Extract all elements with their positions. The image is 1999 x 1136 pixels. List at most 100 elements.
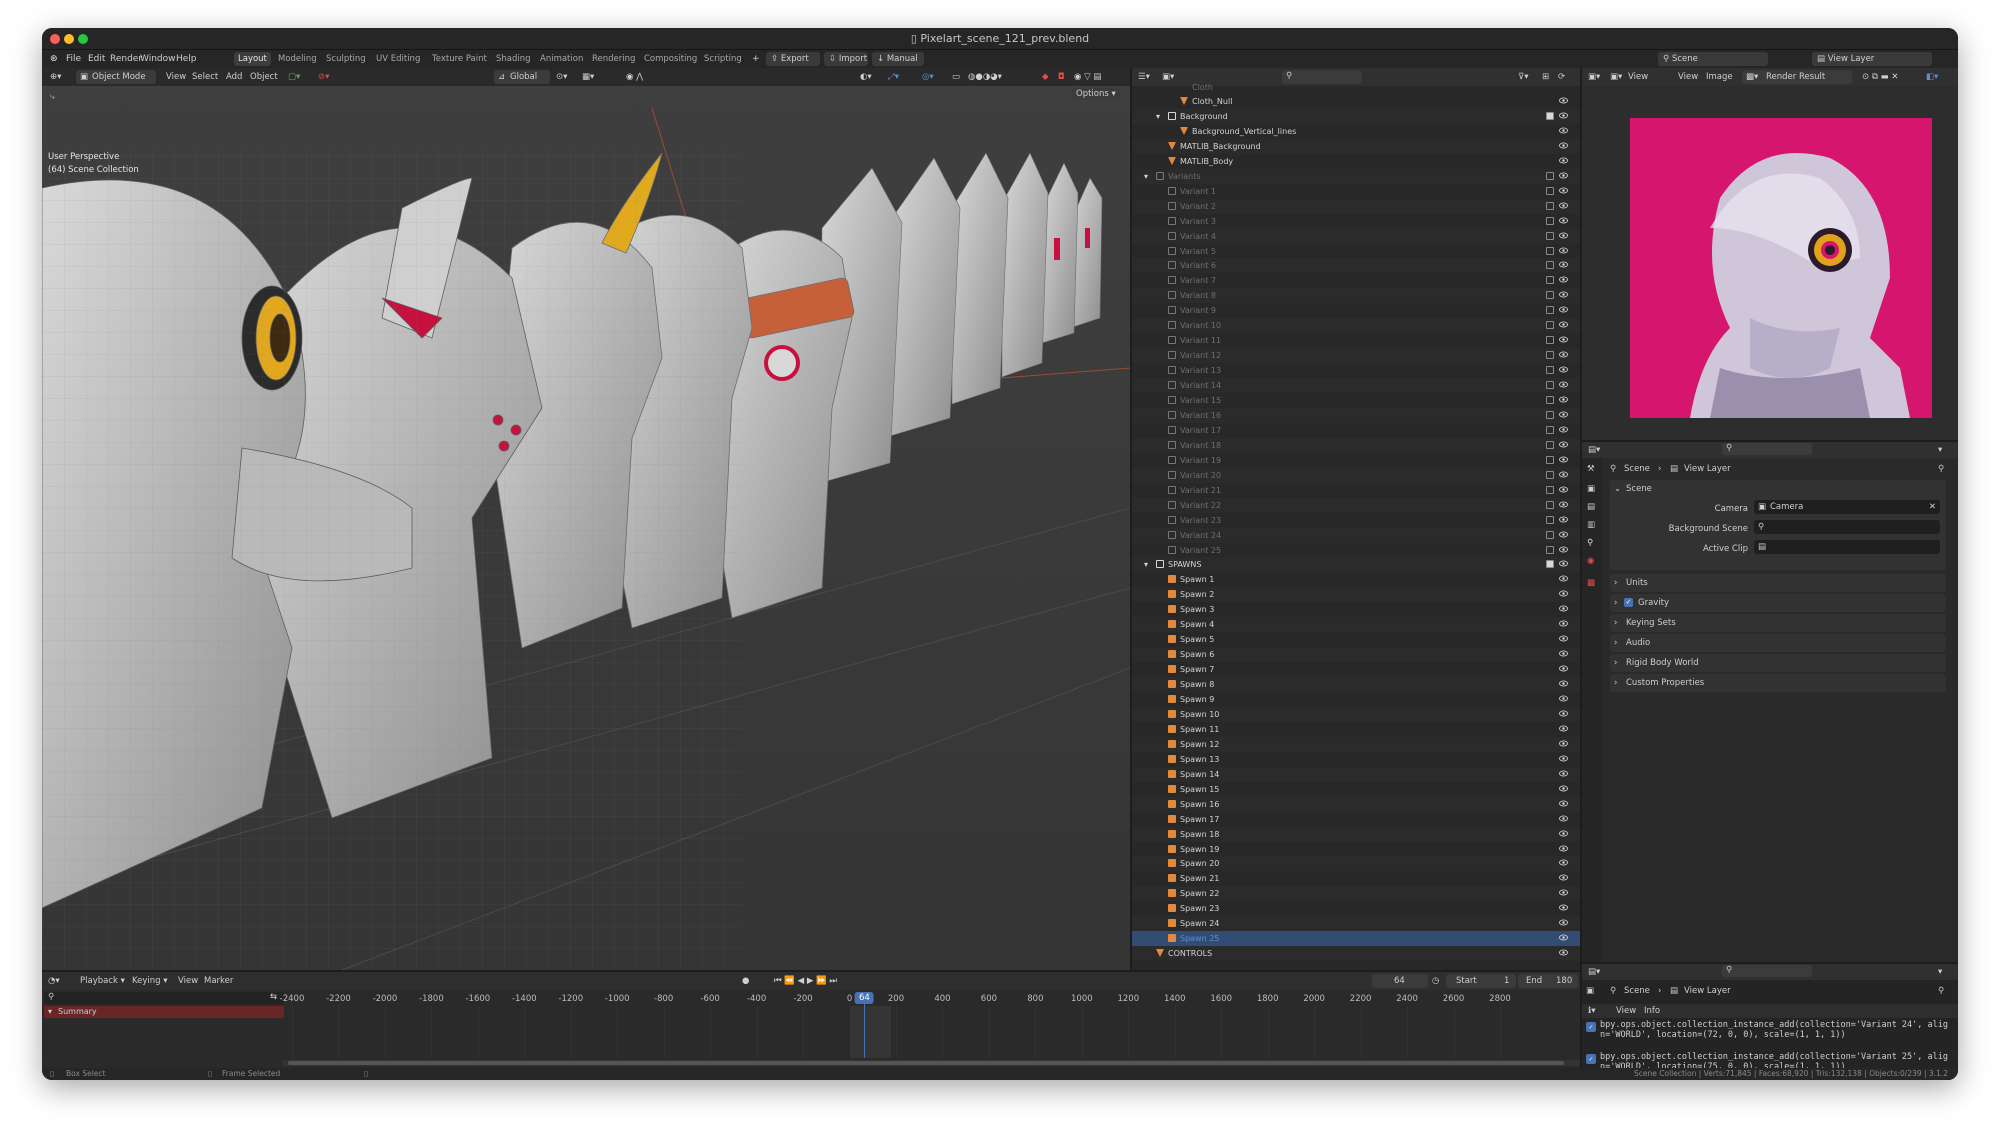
visibility-eye-icon[interactable] bbox=[1559, 141, 1568, 150]
outliner-row[interactable]: Variant 9 bbox=[1132, 303, 1580, 318]
tab-rendering[interactable]: Rendering bbox=[588, 52, 639, 66]
exclude-checkbox[interactable] bbox=[1546, 246, 1554, 255]
exclude-checkbox[interactable] bbox=[1546, 171, 1554, 180]
sync-icon[interactable]: ⟳ bbox=[1558, 72, 1565, 82]
visibility-eye-icon[interactable] bbox=[1559, 903, 1568, 912]
editor-type-icon[interactable]: ⊕▾ bbox=[50, 72, 61, 82]
outliner-row[interactable]: Spawn 15 bbox=[1132, 782, 1580, 797]
outliner-row[interactable]: Variant 12 bbox=[1132, 348, 1580, 364]
outliner-row[interactable]: Variant 23 bbox=[1132, 513, 1580, 528]
units-section[interactable]: › Units bbox=[1610, 574, 1946, 592]
outliner-row[interactable]: ▾ Background bbox=[1132, 108, 1580, 124]
visibility-eye-icon[interactable] bbox=[1559, 634, 1568, 643]
camera-view-icon[interactable]: ◉ ▽ ▤ bbox=[1074, 72, 1101, 82]
xray-icon[interactable]: ▭ bbox=[952, 72, 960, 82]
output-tab-icon[interactable]: ▤ bbox=[1587, 502, 1595, 512]
tab-sculpting[interactable]: Sculpting bbox=[322, 52, 370, 66]
keying-sets-section[interactable]: › Keying Sets bbox=[1610, 614, 1946, 632]
visibility-eye-icon[interactable] bbox=[1559, 216, 1568, 225]
gravity-checkbox[interactable]: ✓ bbox=[1624, 598, 1633, 607]
image-display-icon[interactable]: ◧▾ bbox=[1926, 72, 1938, 82]
outliner-row[interactable]: Spawn 14 bbox=[1132, 766, 1580, 782]
viewport-menu-select[interactable]: Select bbox=[192, 72, 218, 82]
visibility-eye-icon[interactable] bbox=[1559, 126, 1568, 135]
menu-edit[interactable]: Edit bbox=[88, 54, 105, 64]
outliner-row[interactable]: Variant 2 bbox=[1132, 198, 1580, 214]
image-selector[interactable]: ▩▾ Render Result bbox=[1742, 70, 1852, 84]
add-workspace-icon[interactable]: + bbox=[752, 54, 760, 64]
export-button[interactable]: ⇪ Export bbox=[766, 52, 820, 66]
pivot-icon[interactable]: ⊙▾ bbox=[556, 72, 567, 82]
clear-camera-icon[interactable]: ✕ bbox=[1929, 502, 1936, 512]
visibility-eye-icon[interactable] bbox=[1559, 440, 1568, 449]
timeline-editor-icon[interactable]: ◔▾ bbox=[48, 976, 60, 986]
exclude-checkbox[interactable] bbox=[1546, 351, 1554, 360]
exclude-checkbox[interactable] bbox=[1546, 455, 1554, 464]
keyframe-icon[interactable]: ◘ bbox=[1058, 72, 1065, 82]
exclude-checkbox[interactable] bbox=[1546, 216, 1554, 225]
pin-icon[interactable]: ⚲ bbox=[1938, 464, 1944, 474]
outliner-row[interactable]: Variant 17 bbox=[1132, 423, 1580, 438]
timeline-menu-keying[interactable]: Keying ▾ bbox=[132, 976, 168, 986]
scene-tab-icon[interactable]: ⚲ bbox=[1587, 538, 1593, 548]
blender-logo-icon[interactable]: ⊛ bbox=[50, 54, 58, 64]
custom-properties-section[interactable]: › Custom Properties bbox=[1610, 674, 1946, 692]
exclude-checkbox[interactable] bbox=[1546, 201, 1554, 210]
display-mode-icon[interactable]: ▣▾ bbox=[1162, 72, 1174, 82]
outliner-row[interactable]: Variant 24 bbox=[1132, 527, 1580, 543]
outliner-editor-icon[interactable]: ☰▾ bbox=[1138, 72, 1150, 82]
info-editor-icon[interactable]: ▤▾ bbox=[1588, 967, 1600, 977]
exclude-checkbox[interactable] bbox=[1546, 530, 1554, 539]
visibility-eye-icon[interactable] bbox=[1559, 96, 1568, 105]
outliner-row[interactable]: Spawn 2 bbox=[1132, 587, 1580, 603]
visibility-eye-icon[interactable] bbox=[1559, 365, 1568, 374]
image-menu-view-1[interactable]: View bbox=[1628, 72, 1648, 82]
transform-orientation[interactable]: ⊿ Global bbox=[494, 70, 550, 84]
tool-cursor-icon[interactable]: ⤷ bbox=[50, 92, 55, 102]
visibility-eye-icon[interactable] bbox=[1559, 275, 1568, 284]
visibility-eye-icon[interactable] bbox=[1559, 589, 1568, 598]
outliner-row[interactable]: Spawn 18 bbox=[1132, 826, 1580, 842]
visibility-eye-icon[interactable] bbox=[1559, 201, 1568, 210]
info-menu-info[interactable]: Info bbox=[1644, 1006, 1660, 1016]
visibility-eye-icon[interactable] bbox=[1559, 395, 1568, 404]
tool-tab-icon[interactable]: ⚒ bbox=[1587, 464, 1595, 474]
outliner-row[interactable]: MATLIB_Body bbox=[1132, 154, 1580, 169]
outliner-row[interactable]: Variant 7 bbox=[1132, 273, 1580, 288]
properties-editor-icon[interactable]: ▤▾ bbox=[1588, 445, 1600, 455]
outliner-search[interactable]: ⚲ bbox=[1282, 70, 1362, 84]
outliner-row[interactable]: Spawn 17 bbox=[1132, 812, 1580, 827]
import-button[interactable]: ⇩ Import bbox=[824, 52, 868, 66]
exclude-checkbox[interactable] bbox=[1546, 366, 1554, 375]
properties-search[interactable]: ⚲ bbox=[1722, 443, 1812, 455]
visibility-eye-icon[interactable] bbox=[1559, 709, 1568, 718]
info-side-icon[interactable]: ▣ bbox=[1586, 986, 1594, 996]
exclude-checkbox[interactable] bbox=[1546, 396, 1554, 404]
visibility-eye-icon[interactable] bbox=[1559, 290, 1568, 299]
visibility-eye-icon[interactable] bbox=[1559, 530, 1568, 539]
outliner-row[interactable]: Spawn 23 bbox=[1132, 901, 1580, 916]
expand-arrow-icon[interactable]: ▾ bbox=[1144, 560, 1148, 569]
visibility-eye-icon[interactable] bbox=[1559, 664, 1568, 673]
outliner-row[interactable]: Spawn 7 bbox=[1132, 662, 1580, 677]
exclude-checkbox[interactable] bbox=[1546, 276, 1554, 285]
menu-help[interactable]: Help bbox=[176, 54, 197, 64]
exclude-checkbox[interactable] bbox=[1546, 485, 1554, 494]
image-menu-image[interactable]: Image bbox=[1706, 72, 1733, 82]
outliner-row[interactable]: Spawn 12 bbox=[1132, 736, 1580, 752]
render-tab-icon[interactable]: ▣ bbox=[1587, 484, 1595, 494]
exclude-checkbox[interactable] bbox=[1546, 470, 1554, 479]
visibility-eye-icon[interactable] bbox=[1559, 574, 1568, 583]
tab-animation[interactable]: Animation bbox=[536, 52, 587, 66]
scrollbar-thumb[interactable] bbox=[288, 1061, 1564, 1065]
visibility-eye-icon[interactable] bbox=[1559, 260, 1568, 269]
visibility-eye-icon[interactable] bbox=[1559, 380, 1568, 389]
background-scene-field[interactable]: ⚲ bbox=[1754, 520, 1940, 534]
visibility-eye-icon[interactable] bbox=[1559, 918, 1568, 927]
tab-uv-editing[interactable]: UV Editing bbox=[372, 52, 424, 66]
visibility-eye-icon[interactable] bbox=[1559, 858, 1568, 867]
info-log-entry[interactable]: ✓ bpy.ops.object.collection_instance_add(… bbox=[1586, 1020, 1954, 1046]
exclude-checkbox[interactable] bbox=[1546, 336, 1554, 345]
exclude-checkbox[interactable] bbox=[1546, 381, 1554, 390]
timeline-ruler[interactable]: -2400 -2200 -2000 -1800 -1600 -1400 -1200 -1000… bbox=[280, 972, 1580, 1068]
